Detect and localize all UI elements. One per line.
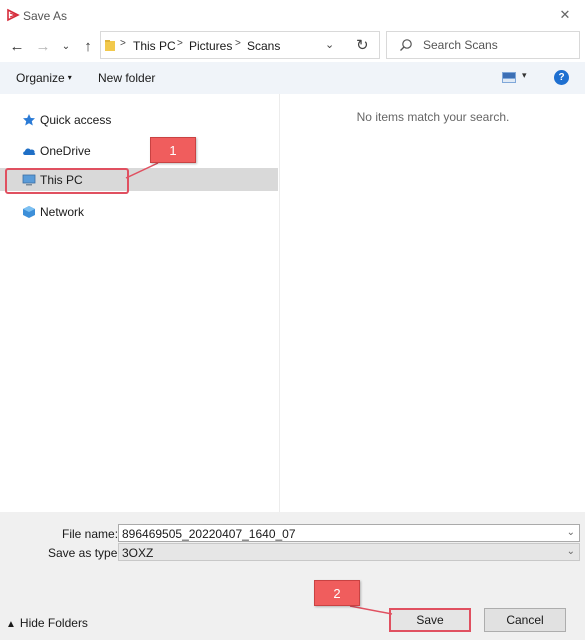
chevron-down-icon[interactable]: ⌄ bbox=[567, 527, 575, 538]
arrow-left-icon: ← bbox=[9, 37, 25, 55]
save-button[interactable]: Save bbox=[389, 608, 471, 632]
chevron-right-icon: > bbox=[235, 38, 241, 49]
view-dropdown-icon[interactable]: ▾ bbox=[522, 70, 527, 81]
sidebar-item-label: OneDrive bbox=[40, 144, 91, 158]
chevron-down-icon[interactable]: ⌄ bbox=[567, 546, 575, 557]
caret-down-icon: ▾ bbox=[67, 73, 72, 82]
breadcrumb-this-pc[interactable]: This PC bbox=[133, 39, 176, 53]
recent-locations-button[interactable]: ⌄ bbox=[58, 35, 74, 57]
navigation-pane: Quick access OneDrive This PC Network bbox=[0, 94, 280, 512]
hide-folders-button[interactable]: ▲ Hide Folders bbox=[6, 616, 88, 630]
save-as-type-value: 3OXZ bbox=[122, 546, 154, 560]
breadcrumb-scans[interactable]: Scans bbox=[247, 39, 280, 53]
file-name-label: File name: bbox=[62, 527, 119, 541]
file-name-value: 896469505_20220407_1640_07 bbox=[122, 527, 296, 541]
arrow-up-icon: ↑ bbox=[84, 37, 92, 55]
search-box[interactable] bbox=[386, 31, 580, 59]
sidebar-item-label: This PC bbox=[40, 173, 83, 187]
sidebar-item-label: Quick access bbox=[40, 113, 112, 127]
title-bar: Save As ✕ bbox=[0, 0, 585, 31]
app-logo-icon bbox=[7, 8, 20, 22]
sidebar-item-this-pc[interactable]: This PC bbox=[0, 168, 278, 191]
star-icon bbox=[23, 114, 35, 126]
sidebar-item-network[interactable]: Network bbox=[0, 200, 278, 223]
search-input[interactable] bbox=[421, 36, 571, 54]
close-button[interactable]: ✕ bbox=[553, 4, 577, 26]
hide-folders-label: Hide Folders bbox=[19, 616, 88, 630]
view-options-icon[interactable] bbox=[502, 72, 516, 83]
sidebar-item-onedrive[interactable]: OneDrive bbox=[0, 139, 278, 162]
back-button[interactable]: ← bbox=[6, 35, 28, 57]
organize-label: Organize bbox=[16, 71, 65, 85]
computer-icon bbox=[22, 174, 36, 186]
chevron-up-icon: ▲ bbox=[6, 619, 16, 630]
arrow-right-icon: → bbox=[35, 37, 51, 55]
organize-menu-button[interactable]: Organize ▾ bbox=[16, 71, 72, 85]
step-2-callout: 2 bbox=[314, 580, 360, 606]
step-1-callout: 1 bbox=[150, 137, 196, 163]
cloud-icon bbox=[23, 148, 36, 155]
address-bar[interactable]: > This PC > Pictures > Scans ⌄ ↻ bbox=[100, 31, 380, 59]
new-folder-button[interactable]: New folder bbox=[98, 71, 155, 85]
empty-results-message: No items match your search. bbox=[356, 110, 510, 124]
up-button[interactable]: ↑ bbox=[78, 35, 98, 57]
command-toolbar: Organize ▾ New folder ▾ ? bbox=[0, 62, 585, 94]
save-options-panel: File name: 896469505_20220407_1640_07 ⌄ … bbox=[0, 512, 585, 640]
sidebar-item-label: Network bbox=[40, 205, 85, 219]
save-as-type-label: Save as type: bbox=[48, 546, 121, 560]
file-list-pane[interactable]: No items match your search. bbox=[281, 94, 585, 512]
breadcrumb-pictures[interactable]: Pictures bbox=[189, 39, 232, 53]
sidebar-item-quick-access[interactable]: Quick access bbox=[0, 108, 278, 131]
chevron-right-icon: > bbox=[177, 38, 183, 49]
folder-icon bbox=[105, 40, 115, 51]
search-icon bbox=[400, 39, 412, 51]
forward-button[interactable]: → bbox=[32, 35, 54, 57]
chevron-right-icon: > bbox=[120, 38, 126, 49]
help-icon[interactable]: ? bbox=[554, 70, 569, 85]
file-name-field[interactable]: 896469505_20220407_1640_07 ⌄ bbox=[118, 524, 580, 542]
close-icon: ✕ bbox=[559, 7, 571, 22]
address-dropdown-icon[interactable]: ⌄ bbox=[325, 38, 334, 51]
chevron-down-icon: ⌄ bbox=[61, 40, 71, 52]
refresh-icon[interactable]: ↻ bbox=[356, 36, 369, 54]
cancel-button[interactable]: Cancel bbox=[484, 608, 566, 632]
window-title: Save As bbox=[23, 9, 68, 23]
save-as-type-select[interactable]: 3OXZ ⌄ bbox=[118, 543, 580, 561]
network-icon bbox=[23, 206, 35, 218]
